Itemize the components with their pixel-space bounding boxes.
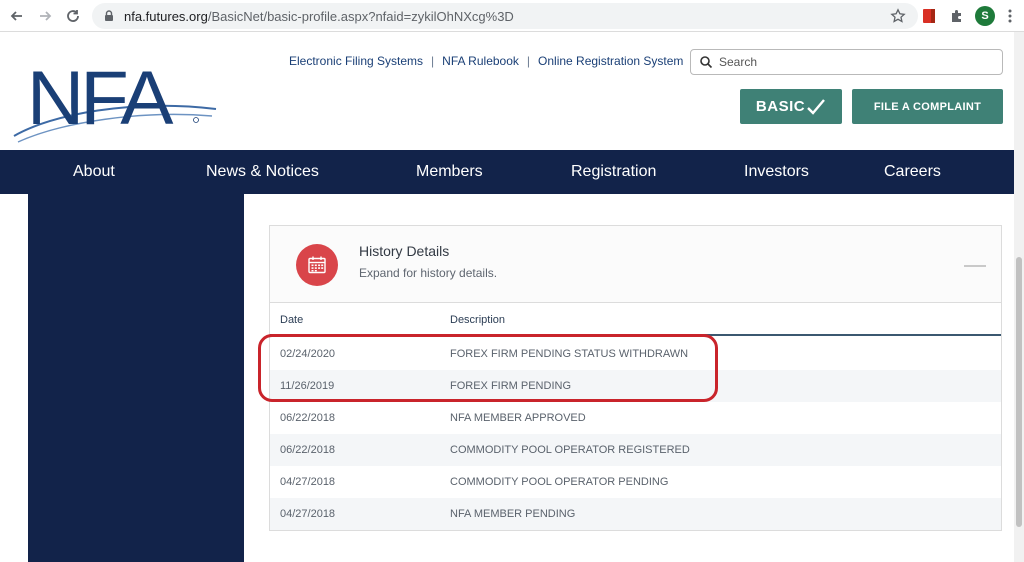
svg-text:NFA: NFA [27,55,174,141]
arrow-right-icon [40,10,52,21]
nav-item-members[interactable]: Members [416,150,483,194]
arrow-left-icon [10,10,22,21]
table-row: 11/26/2019 FOREX FIRM PENDING [270,370,1001,402]
link-separator: | [431,54,435,68]
sidebar [28,194,244,562]
star-icon[interactable] [890,8,906,24]
extension-red-button[interactable] [918,5,940,27]
lock-icon [105,10,113,21]
history-table-body: 02/24/2020 FOREX FIRM PENDING STATUS WIT… [270,338,1001,530]
basic-button-label: BASIC [755,98,806,115]
nav-item-about[interactable]: About [73,150,115,194]
site-header: NFA Electronic Filing Systems | NFA Rule… [0,32,1014,150]
search-box[interactable] [690,49,1003,75]
scrollbar-thumb[interactable] [1016,257,1022,527]
row-description: COMMODITY POOL OPERATOR PENDING [450,476,669,488]
table-row: 02/24/2020 FOREX FIRM PENDING STATUS WIT… [270,338,1001,370]
row-date: 04/27/2018 [280,476,336,488]
row-date: 02/24/2020 [280,348,336,360]
reload-icon [67,9,79,22]
row-date: 04/27/2018 [280,508,336,520]
history-subtitle: Expand for history details. [359,266,498,280]
column-header-date: Date [280,314,304,326]
row-description: NFA MEMBER PENDING [450,508,576,520]
history-table-header: Date Description [270,304,1001,336]
url-text: nfa.futures.org/BasicNet/basic-profile.a… [124,9,514,24]
row-description: FOREX FIRM PENDING [450,380,572,392]
table-row: 06/22/2018 COMMODITY POOL OPERATOR REGIS… [270,434,1001,466]
back-button[interactable] [6,5,28,27]
search-input[interactable] [719,55,989,69]
url-path: /BasicNet/basic-profile.aspx?nfaid=zykil… [207,8,514,24]
row-description: FOREX FIRM PENDING STATUS WITHDRAWN [450,348,689,360]
more-vert-icon [1008,9,1012,23]
link-nfa-rulebook[interactable]: NFA Rulebook [442,54,519,68]
url-host: nfa.futures.org [124,8,208,24]
address-bar[interactable]: nfa.futures.org/BasicNet/basic-profile.a… [92,3,918,29]
row-description: NFA MEMBER APPROVED [450,412,586,424]
table-row: 04/27/2018 COMMODITY POOL OPERATOR PENDI… [270,466,1001,498]
bookmark-extension-icon [923,9,935,23]
browser-menu-button[interactable] [1000,5,1020,27]
nav-item-investors[interactable]: Investors [744,150,809,194]
profile-button[interactable]: S [974,5,996,27]
browser-toolbar: nfa.futures.org/BasicNet/basic-profile.a… [0,0,1024,32]
checkmark-icon [807,98,825,115]
column-header-description: Description [450,314,506,326]
calendar-icon [308,256,326,274]
link-electronic-filing[interactable]: Electronic Filing Systems [289,54,423,68]
nav-item-registration[interactable]: Registration [571,150,656,194]
row-date: 11/26/2019 [280,380,335,392]
search-icon [700,56,713,69]
link-separator: | [526,54,531,68]
row-date: 06/22/2018 [280,444,336,456]
nfa-logo[interactable]: NFA [12,54,218,144]
avatar: S [975,6,995,26]
link-online-registration[interactable]: Online Registration System [538,54,683,68]
basic-button[interactable]: BASIC [740,89,842,124]
history-title: History Details [359,243,450,259]
history-panel-header[interactable]: History Details Expand for history detai… [270,226,1001,303]
reload-button[interactable] [62,5,84,27]
page-scrollbar[interactable] [1014,32,1024,562]
puzzle-icon [952,10,961,22]
nav-item-careers[interactable]: Careers [884,150,941,194]
history-details-panel: History Details Expand for history detai… [269,225,1002,531]
utility-links: Electronic Filing Systems | NFA Rulebook… [289,54,683,68]
collapse-icon[interactable] [964,265,986,267]
row-description: COMMODITY POOL OPERATOR REGISTERED [450,444,690,456]
extensions-button[interactable] [946,5,968,27]
table-row: 04/27/2018 NFA MEMBER PENDING [270,498,1001,530]
nav-item-news-notices[interactable]: News & Notices [206,150,319,194]
main-navigation: About News & Notices Members Registratio… [0,150,1014,194]
forward-button[interactable] [34,5,56,27]
calendar-badge [296,244,338,286]
table-row: 06/22/2018 NFA MEMBER APPROVED [270,402,1001,434]
row-date: 06/22/2018 [280,412,336,424]
browser-extensions: S [912,0,1024,32]
file-complaint-button[interactable]: FILE A COMPLAINT [852,89,1003,124]
